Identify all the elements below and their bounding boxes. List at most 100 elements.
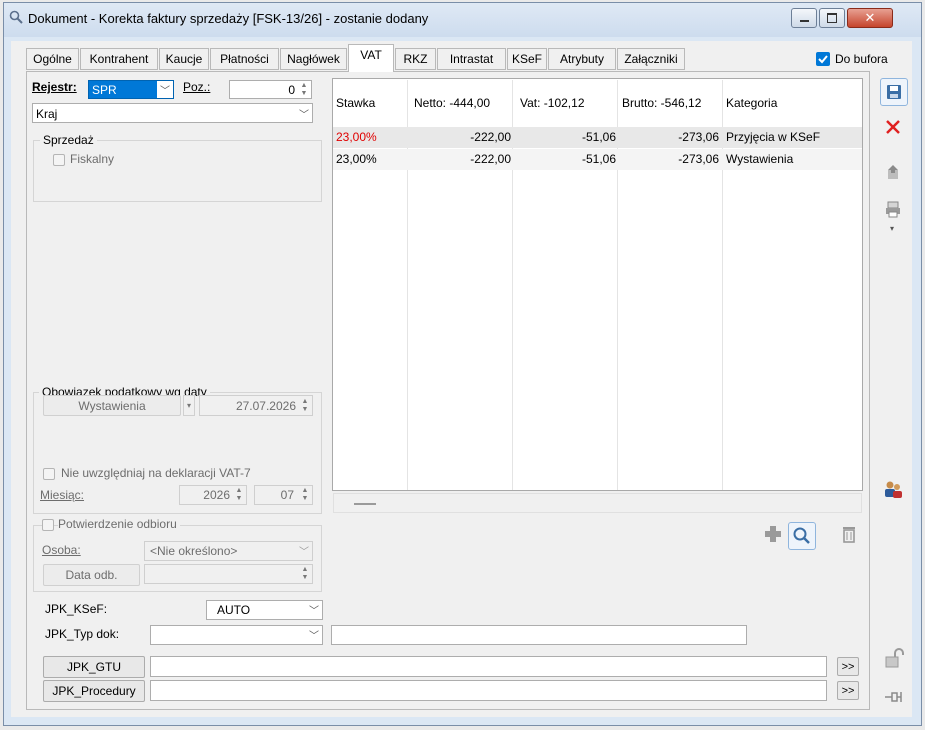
- print-dropdown-icon[interactable]: ▾: [890, 224, 894, 233]
- save-icon: [887, 85, 901, 99]
- delete-button[interactable]: [838, 523, 860, 545]
- fiskalny-label: Fiskalny: [70, 152, 115, 166]
- tab-zalaczniki[interactable]: Załączniki: [617, 48, 685, 70]
- tab-atrybuty[interactable]: Atrybuty: [548, 48, 616, 70]
- cell-stawka: 23,00%: [336, 130, 377, 144]
- users-button[interactable]: [882, 478, 904, 500]
- cell-netto: -222,00: [470, 152, 511, 166]
- jpk-gtu-more-button[interactable]: >>: [837, 657, 859, 676]
- maximize-button[interactable]: [819, 8, 845, 28]
- chevron-down-icon[interactable]: ﹀: [299, 543, 309, 558]
- nie-uwzgledniaj-label: Nie uwzględniaj na deklaracji VAT-7: [61, 466, 251, 480]
- view-button[interactable]: [788, 522, 816, 550]
- chevron-down-icon[interactable]: ﹀: [309, 602, 319, 617]
- maximize-icon: [827, 13, 837, 23]
- jpk-typ-label: JPK_Typ dok:: [45, 627, 120, 641]
- do-bufora-checkbox[interactable]: [816, 52, 830, 66]
- tab-naglowek[interactable]: Nagłówek: [280, 48, 347, 70]
- miesiac-year-field[interactable]: 2026 ▲ ▼: [179, 485, 247, 505]
- header-vat[interactable]: Vat: -102,12: [520, 96, 585, 110]
- rejestr-label: Rejestr:: [32, 80, 77, 94]
- spinner-icon[interactable]: ▲ ▼: [233, 487, 245, 502]
- window-title: Dokument - Korekta faktury sprzedaży [FS…: [28, 11, 429, 26]
- spinner-icon[interactable]: ▲ ▼: [299, 487, 311, 502]
- chevron-down-icon[interactable]: ﹀: [299, 106, 309, 121]
- close-icon: ✕: [864, 10, 876, 25]
- data-odb-button[interactable]: Data odb.: [43, 564, 140, 586]
- export-icon: [888, 165, 898, 179]
- printer-icon: [886, 201, 900, 218]
- tab-ogolne[interactable]: Ogólne: [26, 48, 79, 70]
- jpk-gtu-button[interactable]: JPK_GTU: [43, 656, 145, 678]
- tab-ksef[interactable]: KSeF: [507, 48, 547, 70]
- grid-footer: [333, 493, 862, 513]
- trash-icon: [843, 527, 855, 543]
- add-button[interactable]: [762, 523, 784, 545]
- dropdown-arrow-icon[interactable]: ▾: [183, 395, 195, 416]
- tab-kontrahent[interactable]: Kontrahent: [80, 48, 158, 70]
- poz-value: 0: [288, 83, 295, 97]
- cell-kategoria: Wystawienia: [726, 152, 794, 166]
- miesiac-label: Miesiąc:: [40, 488, 85, 502]
- tab-vat[interactable]: VAT: [348, 44, 394, 72]
- obowiazek-date-value: 27.07.2026: [235, 399, 296, 413]
- header-kategoria[interactable]: Kategoria: [726, 96, 777, 110]
- jpk-typ-description-field[interactable]: [331, 625, 747, 645]
- obowiazek-date-field[interactable]: 27.07.2026 ▲ ▼: [199, 395, 313, 416]
- spinner-icon[interactable]: ▲ ▼: [299, 398, 311, 413]
- jpk-procedury-button[interactable]: JPK_Procedury: [43, 680, 145, 702]
- jpk-typ-select[interactable]: ﹀: [150, 625, 323, 645]
- osoba-select[interactable]: <Nie określono> ﹀: [144, 541, 313, 561]
- cell-stawka: 23,00%: [336, 152, 377, 166]
- tab-platnosci[interactable]: Płatności: [210, 48, 279, 70]
- osoba-label: Osoba:: [42, 543, 81, 557]
- chevron-down-icon[interactable]: ﹀: [157, 81, 173, 98]
- header-brutto[interactable]: Brutto: -546,12: [622, 96, 701, 110]
- search-icon: [793, 527, 810, 544]
- cancel-button[interactable]: [882, 116, 904, 138]
- data-odb-field[interactable]: ▲ ▼: [144, 564, 313, 584]
- save-button[interactable]: [880, 78, 908, 106]
- jpk-procedury-field[interactable]: [150, 680, 827, 701]
- spinner-icon[interactable]: ▲ ▼: [299, 566, 311, 581]
- export-button[interactable]: [882, 161, 904, 183]
- kraj-select[interactable]: Kraj ﹀: [32, 103, 313, 123]
- header-stawka[interactable]: Stawka: [336, 96, 375, 110]
- potwierdzenie-checkbox[interactable]: [42, 519, 54, 531]
- miesiac-month-field[interactable]: 07 ▲ ▼: [254, 485, 313, 505]
- tab-kaucje[interactable]: Kaucje: [159, 48, 209, 70]
- jpk-procedury-more-button[interactable]: >>: [837, 681, 859, 700]
- minimize-button[interactable]: [791, 8, 817, 28]
- pin-button[interactable]: [883, 686, 905, 708]
- rejestr-select[interactable]: SPR ﹀: [88, 80, 174, 99]
- table-row[interactable]: 23,00% -222,00 -51,06 -273,06 Wystawieni…: [333, 149, 862, 170]
- tab-rkz[interactable]: RKZ: [395, 48, 436, 70]
- poz-field[interactable]: 0 ▲ ▼: [229, 80, 312, 99]
- jpk-gtu-field[interactable]: [150, 656, 827, 677]
- print-button[interactable]: [882, 198, 904, 220]
- cell-netto: -222,00: [470, 130, 511, 144]
- jpk-ksef-select[interactable]: AUTO ﹀: [206, 600, 323, 620]
- chevron-down-icon[interactable]: ﹀: [309, 627, 319, 642]
- header-netto[interactable]: Netto: -444,00: [414, 96, 490, 110]
- fiskalny-checkbox[interactable]: [53, 154, 65, 166]
- magnifier-icon: [9, 10, 23, 24]
- spinner-icon[interactable]: ▲ ▼: [298, 82, 310, 97]
- padlock-open-icon: [885, 648, 904, 668]
- obowiazek-type-button[interactable]: Wystawienia: [43, 395, 181, 416]
- checkmark-icon: [818, 55, 828, 64]
- users-icon: [885, 481, 902, 498]
- close-icon: [886, 120, 900, 134]
- nie-uwzgledniaj-checkbox[interactable]: [43, 468, 55, 480]
- cell-brutto: -273,06: [678, 152, 719, 166]
- tab-intrastat[interactable]: Intrastat: [437, 48, 506, 70]
- unlock-button[interactable]: [883, 648, 905, 670]
- miesiac-month-value: 07: [280, 488, 294, 502]
- potwierdzenie-label: Potwierdzenie odbioru: [58, 517, 180, 531]
- close-button[interactable]: ✕: [847, 8, 893, 28]
- table-row[interactable]: 23,00% -222,00 -51,06 -273,06 Przyjęcia …: [333, 127, 862, 148]
- pin-icon: [885, 692, 902, 702]
- splitter-handle[interactable]: [354, 503, 376, 505]
- osoba-value: <Nie określono>: [150, 544, 238, 558]
- sprzedaz-group: [33, 140, 322, 202]
